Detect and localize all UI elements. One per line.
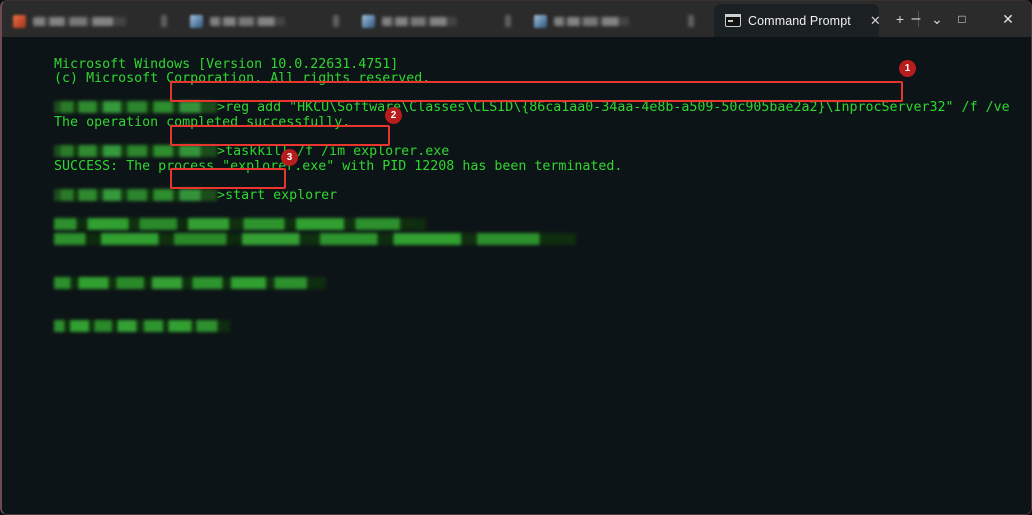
line-text: SUCCESS: The process "explorer.exe" with… xyxy=(54,158,623,174)
tab-4[interactable] xyxy=(494,5,666,37)
terminal-line-redacted xyxy=(6,306,1031,333)
redacted-text xyxy=(54,232,577,245)
tab-overflow-marker[interactable] xyxy=(666,5,714,37)
terminal-line-redacted xyxy=(6,204,1031,231)
terminal-window: Command Prompt ✕ + ⌄ – □ ✕ Microsoft Win… xyxy=(0,0,1032,515)
app-icon-blue xyxy=(190,14,203,28)
close-window-button[interactable]: ✕ xyxy=(985,1,1031,37)
annotation-badge-2: 2 xyxy=(385,107,402,124)
tab-1[interactable] xyxy=(2,5,150,37)
app-icon-blue xyxy=(534,14,547,28)
terminal-icon xyxy=(725,14,741,27)
tab-overflow-glyph xyxy=(505,15,511,27)
annotation-badge-3: 3 xyxy=(281,149,298,166)
tab-command-prompt[interactable]: Command Prompt ✕ xyxy=(714,4,881,37)
maximize-button[interactable]: □ xyxy=(939,1,985,37)
terminal-command-line-start-explorer: >start explorer xyxy=(6,174,1031,203)
terminal-line-redacted xyxy=(6,218,1031,245)
window-controls: – □ ✕ xyxy=(893,1,1031,37)
line-text: (c) Microsoft Corporation. All rights re… xyxy=(54,71,431,87)
line-text: The operation completed successfully. xyxy=(54,114,351,130)
terminal-line: The operation completed successfully. xyxy=(6,101,1031,130)
tab-overflow-glyph xyxy=(687,15,694,27)
prompt-caret: > xyxy=(217,187,226,203)
tab-command-prompt-label: Command Prompt xyxy=(748,13,851,28)
terminal-command-line-taskkill: >taskkill /f /im explorer.exe xyxy=(6,131,1031,159)
tab-3[interactable] xyxy=(322,5,494,37)
command-text: start explorer xyxy=(225,187,338,203)
tab-2-label xyxy=(210,16,285,26)
redacted-text xyxy=(54,276,327,289)
terminal-line: Microsoft Windows [Version 10.0.22631.47… xyxy=(6,43,1031,72)
terminal-command-line-reg-add: >reg add "HKCU\Software\Classes\CLSID\{8… xyxy=(6,87,1031,115)
app-icon-blue xyxy=(362,14,375,28)
terminal-line: SUCCESS: The process "explorer.exe" with… xyxy=(6,145,1031,174)
tab-strip: Command Prompt ✕ xyxy=(2,1,881,37)
tab-2[interactable] xyxy=(150,5,322,37)
terminal-line: (c) Microsoft Corporation. All rights re… xyxy=(6,58,1031,86)
app-icon-orange xyxy=(13,14,26,28)
tab-3-label xyxy=(382,16,457,26)
tab-4-label xyxy=(554,16,629,26)
close-tab-button[interactable]: ✕ xyxy=(870,11,881,31)
title-bar: Command Prompt ✕ + ⌄ – □ ✕ xyxy=(2,1,1031,37)
prompt-path-redacted xyxy=(54,188,218,201)
terminal-output[interactable]: Microsoft Windows [Version 10.0.22631.47… xyxy=(2,37,1031,514)
annotation-badge-1: 1 xyxy=(899,60,916,77)
redacted-text xyxy=(54,320,231,333)
tab-overflow-glyph xyxy=(333,15,339,27)
tab-1-label xyxy=(33,16,126,26)
minimize-button[interactable]: – xyxy=(893,1,939,37)
tab-overflow-glyph xyxy=(161,15,167,27)
terminal-line-redacted xyxy=(6,262,1031,289)
